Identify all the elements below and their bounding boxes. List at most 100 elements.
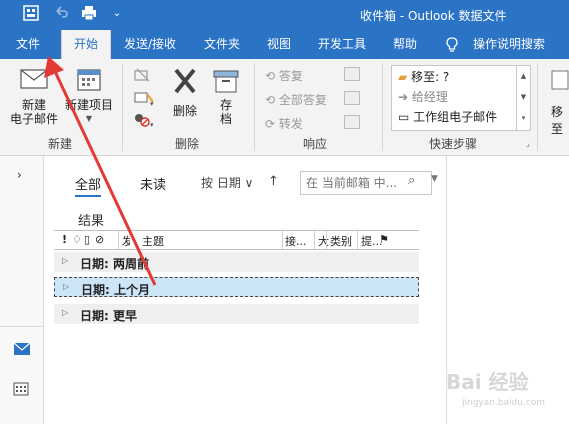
tab-help[interactable]: 帮助 xyxy=(393,30,417,59)
column-header: ! ♢ ▯ ⊘ 发 主题 接... 大 类别 提... ⚑ xyxy=(54,230,419,250)
customize-icon[interactable]: ⌄ xyxy=(108,5,126,23)
subject-column[interactable]: 主题 xyxy=(142,233,164,249)
expand-triangle-icon[interactable]: ▷ xyxy=(63,282,69,291)
ribbon: 新建 电子邮件 新建项目 ▼ 新建 ▾ ▾ 删除 存 档 删除 ⟲ 答复 ⟲ 全… xyxy=(0,59,569,156)
mail-icon[interactable] xyxy=(13,342,31,359)
window-title: 收件箱 - Outlook 数据文件 xyxy=(360,9,507,23)
group-divider xyxy=(537,63,538,151)
calendar-icon xyxy=(77,69,101,91)
group-label: 日期: 更早 xyxy=(80,309,137,323)
lightbulb-icon xyxy=(446,30,460,59)
tab-home[interactable]: 开始 xyxy=(61,30,111,59)
expand-triangle-icon[interactable]: ▷ xyxy=(62,256,68,265)
new-email-label: 新建 电子邮件 xyxy=(9,98,58,126)
tab-send-receive[interactable]: 发送/接收 xyxy=(124,30,176,59)
group-divider xyxy=(382,63,383,151)
icon-column-icon[interactable]: ▯ xyxy=(84,233,90,246)
results-heading: 结果 xyxy=(78,214,105,229)
from-column[interactable]: 发 xyxy=(122,233,130,249)
move-icon[interactable] xyxy=(550,67,569,96)
group-divider xyxy=(122,63,123,151)
svg-text:▾: ▾ xyxy=(150,100,154,106)
column-separator xyxy=(282,231,283,249)
quick-step-team-email[interactable]: ▭ 工作组电子邮件 xyxy=(398,108,497,125)
ribbon-tabs: 文件 开始 发送/接收 文件夹 视图 开发工具 帮助 操作说明搜索 xyxy=(0,30,569,59)
svg-text:▾: ▾ xyxy=(150,121,154,127)
title-bar: ⌄ 收件箱 - Outlook 数据文件 xyxy=(0,0,569,30)
filter-all[interactable]: 全部 xyxy=(75,174,102,197)
tab-folder[interactable]: 文件夹 xyxy=(204,30,240,59)
delete-group-label: 删除 xyxy=(174,137,199,151)
column-separator xyxy=(357,231,358,249)
search-input[interactable] xyxy=(304,174,408,192)
folder-icon: ▰ xyxy=(398,70,408,84)
search-box[interactable]: ⌕ xyxy=(300,171,432,195)
column-separator xyxy=(118,231,119,249)
sort-direction-icon[interactable]: ↑ xyxy=(268,174,279,189)
quick-steps-group-label: 快速步骤 xyxy=(428,137,477,151)
watermark: Bai 经验 xyxy=(446,370,529,394)
move-label[interactable]: 移至 xyxy=(551,103,569,137)
attachment-column-icon[interactable]: ⊘ xyxy=(95,233,104,246)
delete-x-icon xyxy=(174,68,196,94)
respond-group-label: 响应 xyxy=(302,137,327,151)
reply-all-icon: ⟲ xyxy=(265,93,276,107)
delete-label: 删除 xyxy=(172,104,197,118)
quick-steps-gallery[interactable]: ▰ 移至: ? ➔ 给经理 ▭ 工作组电子邮件 ▲ ▼ ▾ xyxy=(391,65,531,131)
dialog-launcher-icon[interactable]: ⌟ xyxy=(526,139,530,148)
cleanup-icon[interactable]: ▾ xyxy=(133,90,155,109)
dropdown-arrow-icon: ▼ xyxy=(85,114,93,123)
more-respond-icon[interactable] xyxy=(344,115,360,129)
category-column[interactable]: 类别 xyxy=(330,233,352,249)
junk-icon[interactable]: ▾ xyxy=(133,111,155,130)
new-group-label: 新建 xyxy=(47,137,72,151)
group-two-weeks-ago[interactable]: ▷ 日期: 两周前 xyxy=(54,252,419,272)
meeting-icon[interactable] xyxy=(344,67,360,81)
nav-divider xyxy=(0,326,43,327)
delete-button[interactable]: 删除 xyxy=(163,67,207,118)
quick-step-move[interactable]: ▰ 移至: ? xyxy=(398,68,449,85)
forward-button[interactable]: ⟳ 转发 xyxy=(265,115,303,132)
column-separator xyxy=(314,231,315,249)
print-icon[interactable] xyxy=(80,5,98,23)
expand-folder-pane-icon[interactable]: › xyxy=(17,168,22,182)
reply-all-button[interactable]: ⟲ 全部答复 xyxy=(265,91,327,108)
search-scope-dropdown-icon[interactable]: ▼ xyxy=(431,174,438,184)
reply-button[interactable]: ⟲ 答复 xyxy=(265,67,303,84)
group-label: 日期: 两周前 xyxy=(80,257,149,271)
flag-column-icon[interactable]: ⚑ xyxy=(379,233,389,246)
received-column[interactable]: 接... xyxy=(285,233,307,249)
gallery-scroll[interactable]: ▲ ▼ ▾ xyxy=(516,66,530,130)
navigation-pane: › xyxy=(0,156,44,424)
importance-column-icon[interactable]: ! xyxy=(62,233,67,246)
im-icon[interactable] xyxy=(344,91,360,105)
tell-me-search[interactable]: 操作说明搜索 xyxy=(473,30,545,59)
expand-triangle-icon[interactable]: ▷ xyxy=(62,308,68,317)
size-column[interactable]: 大 xyxy=(318,233,329,249)
team-email-icon: ▭ xyxy=(398,110,410,124)
archive-button[interactable]: 存 档 xyxy=(207,67,245,126)
search-icon[interactable]: ⌕ xyxy=(408,173,415,188)
group-last-month[interactable]: ▷ 日期: 上个月 xyxy=(54,277,419,297)
quick-step-manager[interactable]: ➔ 给经理 xyxy=(398,88,448,105)
tab-developer[interactable]: 开发工具 xyxy=(318,30,366,59)
watermark-url: jingyan.baidu.com xyxy=(462,398,546,408)
forward-icon: ⟳ xyxy=(265,117,276,131)
undo-icon[interactable] xyxy=(52,5,70,23)
filter-unread[interactable]: 未读 xyxy=(140,174,166,193)
new-items-button[interactable]: 新建项目 ▼ xyxy=(62,67,116,126)
ignore-icon[interactable] xyxy=(133,67,151,86)
tab-file[interactable]: 文件 xyxy=(16,30,40,59)
chevron-down-icon: ∨ xyxy=(244,176,254,190)
send-receive-icon[interactable] xyxy=(22,5,40,23)
tab-view[interactable]: 视图 xyxy=(267,30,291,59)
reply-icon: ⟲ xyxy=(265,69,276,83)
archive-label: 存 档 xyxy=(219,98,232,126)
new-items-label: 新建项目 xyxy=(64,98,113,112)
new-email-button[interactable]: 新建 电子邮件 xyxy=(8,67,60,126)
sort-by-date[interactable]: 按 日期 ∨ xyxy=(201,174,253,191)
calendar-nav-icon[interactable] xyxy=(13,382,29,399)
archive-box-icon xyxy=(213,70,239,93)
group-older[interactable]: ▷ 日期: 更早 xyxy=(54,304,419,324)
reminder-column-icon[interactable]: ♢ xyxy=(72,233,82,246)
